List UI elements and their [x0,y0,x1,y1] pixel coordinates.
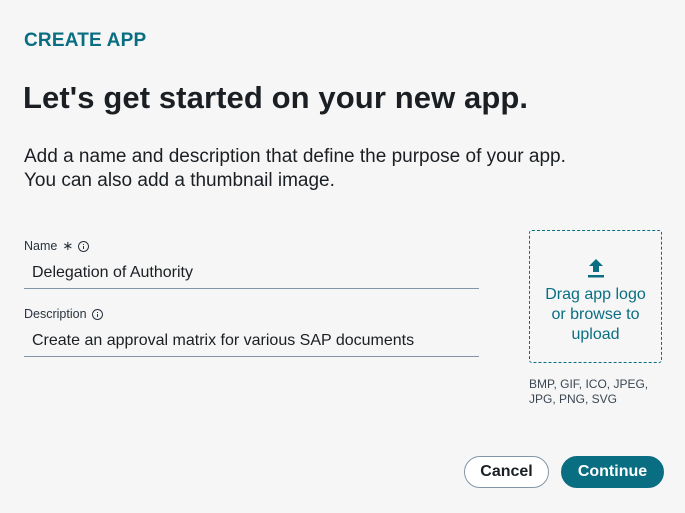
formats-line-2: JPG, PNG, SVG [529,392,618,406]
page-description: Add a name and description that define t… [24,145,664,193]
description-field: Description [24,306,479,357]
supported-formats: BMP, GIF, ICO, JPEG, JPG, PNG, SVG [529,377,664,407]
upload-text-line-3: upload [571,326,620,343]
info-icon[interactable] [78,240,90,252]
page-title: Let's get started on your new app. [23,80,529,115]
name-field: Name ∗ [24,238,479,289]
logo-upload-dropzone[interactable]: Drag app logo or browse to upload [529,230,662,363]
description-input[interactable] [24,330,479,357]
description-label: Description [24,307,87,321]
upload-text-line-1: Drag app logo [545,286,646,303]
name-input[interactable] [24,262,479,289]
name-label-row: Name ∗ [24,238,479,254]
cancel-button[interactable]: Cancel [464,456,549,488]
description-label-row: Description [24,306,479,322]
name-label: Name [24,239,58,253]
eyebrow-title: CREATE APP [24,30,147,51]
required-marker: ∗ [62,238,74,253]
description-line-2: You can also add a thumbnail image. [24,170,335,191]
continue-button[interactable]: Continue [561,456,664,488]
info-icon[interactable] [91,308,103,320]
formats-line-1: BMP, GIF, ICO, JPEG, [529,377,649,391]
upload-icon [587,259,604,278]
description-line-1: Add a name and description that define t… [24,146,566,167]
upload-text-line-2: or browse to [551,306,640,323]
upload-instructions: Drag app logo or browse to upload [538,285,653,345]
